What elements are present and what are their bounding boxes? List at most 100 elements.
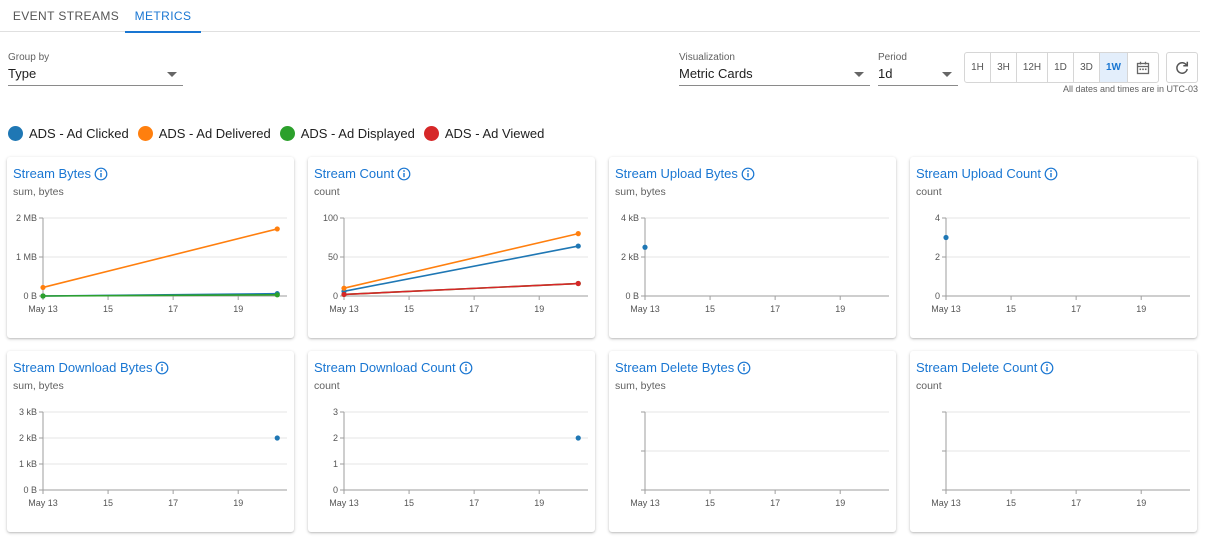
chevron-down-icon: [854, 72, 864, 77]
timezone-note: All dates and times are in UTC-03: [1062, 84, 1198, 94]
visualization-value-box[interactable]: Metric Cards: [679, 66, 870, 86]
x-tick-label: 17: [1071, 498, 1081, 508]
x-tick-label: 19: [1136, 304, 1146, 314]
data-point[interactable]: [575, 231, 581, 237]
x-tick-label: 19: [534, 498, 544, 508]
legend-label: ADS - Ad Viewed: [444, 126, 545, 141]
x-tick-label: 19: [1136, 498, 1146, 508]
legend-item[interactable]: ADS - Ad Viewed: [423, 126, 545, 141]
group-by-value: Type: [8, 66, 37, 81]
y-tick-label: 4 kB: [621, 213, 639, 223]
calendar-button[interactable]: [1128, 53, 1158, 82]
x-tick-label: 15: [705, 498, 715, 508]
x-tick-label: May 13: [329, 498, 359, 508]
y-tick-label: 1 kB: [19, 459, 37, 469]
legend-swatch: [423, 126, 439, 141]
group-by-select[interactable]: Group by Type: [8, 52, 183, 86]
y-tick-label: 0: [935, 291, 940, 301]
x-tick-label: May 13: [28, 304, 58, 314]
period-label: Period: [878, 52, 907, 63]
data-point[interactable]: [575, 280, 581, 287]
metric-card: Stream Count count 0 50 100 May 13 15 17 19: [308, 157, 595, 338]
data-point[interactable]: [575, 243, 581, 249]
y-tick-label: 1 MB: [16, 252, 37, 262]
metric-chart: 0 B 2 kB 4 kB May 13 15 17 19: [621, 213, 889, 314]
tab-event-streams[interactable]: EVENT STREAMS: [8, 0, 124, 32]
x-tick-label: 19: [233, 498, 243, 508]
x-tick-label: 15: [705, 304, 715, 314]
chevron-down-icon: [167, 72, 177, 77]
period-value: 1d: [878, 66, 893, 81]
x-tick-label: May 13: [329, 304, 359, 314]
metric-card: Stream Delete Bytes sum, bytes May 13 15 17 1…: [609, 351, 896, 532]
x-tick-label: 15: [103, 498, 113, 508]
y-tick-label: 50: [328, 252, 338, 262]
metric-card: Stream Delete Count count May 13 15 17 19: [910, 351, 1197, 532]
period-select[interactable]: Period 1d: [878, 52, 958, 86]
metric-chart: 0 2 4 May 13 15 17 19: [931, 213, 1190, 314]
x-tick-label: 15: [1006, 498, 1016, 508]
data-point[interactable]: [40, 284, 46, 291]
period-button-3d[interactable]: 3D: [1074, 53, 1100, 82]
y-tick-label: 2: [333, 433, 338, 443]
data-point[interactable]: [274, 226, 280, 232]
data-point[interactable]: [341, 285, 347, 291]
metric-card: Stream Upload Bytes sum, bytes 0 B2 kB 4 kB…: [609, 157, 896, 338]
group-by-value-box[interactable]: Type: [8, 66, 183, 86]
y-tick-label: 2 kB: [621, 252, 639, 262]
legend-label: ADS - Ad Delivered: [158, 126, 271, 141]
data-point[interactable]: [943, 234, 949, 241]
legend-item[interactable]: ADS - Ad Clicked: [8, 126, 129, 141]
calendar-icon: [1136, 61, 1150, 74]
visualization-label: Visualization: [679, 52, 735, 63]
period-button-3h[interactable]: 3H: [991, 53, 1017, 82]
y-tick-label: 0 B: [625, 291, 639, 301]
y-tick-label: 1: [333, 459, 338, 469]
y-tick-label: 100: [323, 213, 338, 223]
y-tick-label: 3 kB: [19, 407, 37, 417]
period-button-1w[interactable]: 1W: [1100, 53, 1128, 82]
period-button-1h[interactable]: 1H: [965, 53, 991, 82]
metric-card: Stream Download Count count 0 1 2 3 May 13 15 17…: [308, 351, 595, 532]
legend-swatch: [8, 126, 23, 141]
tab-bar: EVENT STREAMS METRICS: [0, 0, 1200, 33]
y-tick-label: 3: [333, 407, 338, 417]
x-tick-label: 17: [469, 498, 479, 508]
data-point[interactable]: [274, 292, 280, 298]
data-point[interactable]: [40, 293, 46, 299]
metric-chart: 0 1 2 3 May 13 15 17 19: [329, 407, 588, 508]
x-tick-label: May 13: [931, 498, 961, 508]
period-button-group: 1H 3H 12H 1D 3D 1W: [964, 52, 1159, 83]
visualization-select[interactable]: Visualization Metric Cards: [679, 52, 870, 86]
x-tick-label: May 13: [931, 304, 961, 314]
y-tick-label: 2 MB: [16, 213, 37, 223]
tab-metrics[interactable]: METRICS: [125, 0, 201, 33]
legend-swatch: [279, 126, 295, 141]
x-tick-label: 17: [770, 304, 780, 314]
x-tick-label: 17: [1071, 304, 1081, 314]
data-point[interactable]: [575, 435, 581, 441]
refresh-button[interactable]: [1166, 52, 1198, 83]
data-point[interactable]: [642, 244, 648, 250]
period-value-box[interactable]: 1d: [878, 66, 958, 86]
data-point[interactable]: [341, 291, 347, 298]
data-point[interactable]: [274, 435, 280, 441]
x-tick-label: 17: [770, 498, 780, 508]
chevron-down-icon: [942, 72, 952, 77]
x-tick-label: 19: [835, 304, 845, 314]
metric-card: Stream Bytes sum, bytes 0 B1 MB 2 MB May 13 1…: [7, 157, 294, 338]
x-tick-label: 19: [534, 304, 544, 314]
x-tick-label: 19: [233, 304, 243, 314]
x-tick-label: 15: [1006, 304, 1016, 314]
legend-item[interactable]: ADS - Ad Displayed: [279, 126, 415, 141]
legend-label: ADS - Ad Displayed: [300, 126, 415, 141]
y-tick-label: 0 B: [23, 485, 37, 495]
period-button-1d[interactable]: 1D: [1048, 53, 1074, 82]
legend-item[interactable]: ADS - Ad Delivered: [137, 126, 271, 141]
series-line: [343, 232, 579, 289]
y-tick-label: 0: [333, 485, 338, 495]
x-tick-label: 15: [404, 304, 414, 314]
metric-card: Stream Upload Count count 0 2 4 May 13 15 17 19: [910, 157, 1197, 338]
metric-chart: May 13 15 17 19: [931, 411, 1190, 508]
period-button-12h[interactable]: 12H: [1017, 53, 1048, 82]
